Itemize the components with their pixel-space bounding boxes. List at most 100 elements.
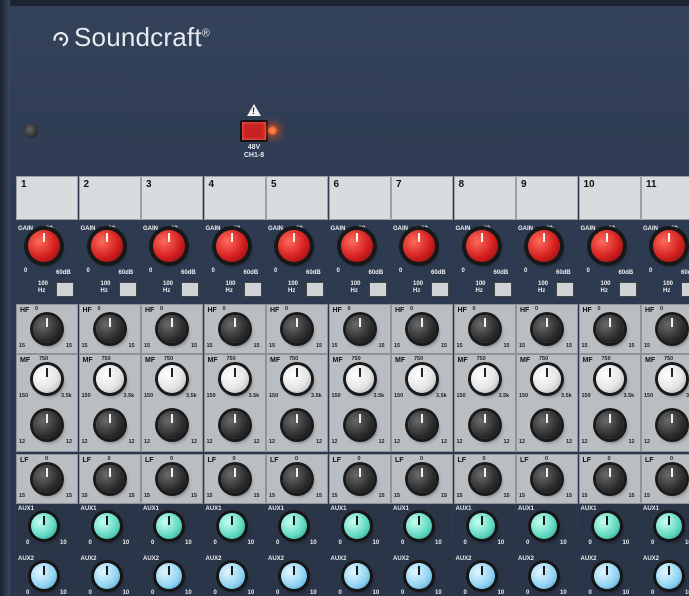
- hpf-button[interactable]: [56, 282, 74, 297]
- hpf-button[interactable]: [368, 282, 387, 297]
- gain-knob[interactable]: [215, 230, 248, 262]
- scribble-strip[interactable]: 8: [453, 176, 516, 220]
- aux1-knob[interactable]: [468, 513, 495, 539]
- lf-gain-knob[interactable]: [533, 465, 561, 493]
- hf-gain-knob[interactable]: [408, 315, 436, 343]
- gain-knob[interactable]: [278, 230, 310, 262]
- aux2-knob[interactable]: [656, 563, 682, 589]
- hf-gain-knob[interactable]: [345, 315, 374, 343]
- hpf-button[interactable]: [306, 282, 324, 297]
- gain-knob[interactable]: [465, 230, 498, 262]
- gain-knob[interactable]: [590, 230, 623, 262]
- aux1-knob[interactable]: [31, 513, 57, 539]
- mf-gain-knob[interactable]: [408, 411, 436, 439]
- mf-gain-knob[interactable]: [470, 411, 499, 439]
- scribble-strip[interactable]: 5: [266, 176, 328, 220]
- mf-gain-knob[interactable]: [283, 411, 311, 439]
- aux2-knob[interactable]: [343, 563, 370, 589]
- mf-freq-knob[interactable]: [658, 365, 686, 393]
- aux2-knob[interactable]: [31, 563, 57, 589]
- mf-gain-knob[interactable]: [158, 411, 186, 439]
- lf-gain-knob[interactable]: [220, 465, 249, 493]
- hf-gain-knob[interactable]: [595, 315, 624, 343]
- gain-knob[interactable]: [153, 230, 185, 262]
- lf-gain-knob[interactable]: [658, 465, 686, 493]
- aux1-knob[interactable]: [531, 513, 557, 539]
- mf-gain-knob[interactable]: [533, 411, 561, 439]
- aux1-knob[interactable]: [93, 513, 120, 539]
- hpf-button[interactable]: [243, 282, 262, 297]
- gain-knob[interactable]: [528, 230, 560, 262]
- lf-gain-knob[interactable]: [33, 465, 61, 493]
- aux2-knob[interactable]: [406, 563, 432, 589]
- hf-gain-knob[interactable]: [33, 315, 61, 343]
- mf-freq-knob[interactable]: [533, 365, 561, 393]
- lf-gain-knob[interactable]: [283, 465, 311, 493]
- lf-gain-knob[interactable]: [95, 465, 124, 493]
- hpf-button[interactable]: [493, 282, 512, 297]
- mf-freq-knob[interactable]: [345, 365, 374, 393]
- mf-gain-knob[interactable]: [658, 411, 686, 439]
- gain-knob[interactable]: [90, 230, 123, 262]
- aux1-knob[interactable]: [406, 513, 432, 539]
- aux2-knob[interactable]: [281, 563, 307, 589]
- aux1-knob[interactable]: [156, 513, 182, 539]
- aux2-knob[interactable]: [156, 563, 182, 589]
- mf-gain-knob[interactable]: [595, 411, 624, 439]
- gain-knob[interactable]: [340, 230, 373, 262]
- mf-gain-knob[interactable]: [220, 411, 249, 439]
- hf-gain-knob[interactable]: [470, 315, 499, 343]
- hpf-button[interactable]: [681, 282, 689, 297]
- mf-gain-knob[interactable]: [33, 411, 61, 439]
- mf-freq-knob[interactable]: [470, 365, 499, 393]
- mf-freq-knob[interactable]: [158, 365, 186, 393]
- hpf-button[interactable]: [118, 282, 137, 297]
- mf-gain-knob[interactable]: [95, 411, 124, 439]
- aux1-knob[interactable]: [218, 513, 245, 539]
- scribble-strip[interactable]: 4: [203, 176, 266, 220]
- aux2-knob[interactable]: [93, 563, 120, 589]
- aux2-knob[interactable]: [531, 563, 557, 589]
- hpf-button[interactable]: [556, 282, 574, 297]
- scribble-strip[interactable]: 11: [641, 176, 689, 220]
- scribble-strip[interactable]: 1: [16, 176, 78, 220]
- aux2-knob[interactable]: [468, 563, 495, 589]
- mf-freq-knob[interactable]: [408, 365, 436, 393]
- mf-freq-knob[interactable]: [283, 365, 311, 393]
- mf-freq-knob[interactable]: [95, 365, 124, 393]
- mf-freq-knob[interactable]: [220, 365, 249, 393]
- hf-gain-knob[interactable]: [658, 315, 686, 343]
- gain-knob[interactable]: [653, 230, 685, 262]
- mf-gain-knob[interactable]: [345, 411, 374, 439]
- aux1-knob[interactable]: [343, 513, 370, 539]
- hpf-button[interactable]: [618, 282, 637, 297]
- mf-freq-knob[interactable]: [33, 365, 61, 393]
- hpf-button[interactable]: [431, 282, 449, 297]
- scribble-strip[interactable]: 2: [78, 176, 141, 220]
- lf-gain-knob[interactable]: [158, 465, 186, 493]
- gain-knob[interactable]: [403, 230, 435, 262]
- aux1-knob[interactable]: [281, 513, 307, 539]
- scribble-strip[interactable]: 3: [141, 176, 203, 220]
- hf-gain-knob[interactable]: [158, 315, 186, 343]
- scribble-strip[interactable]: 10: [578, 176, 641, 220]
- lf-gain-knob[interactable]: [595, 465, 624, 493]
- hpf-button[interactable]: [181, 282, 199, 297]
- hf-gain-knob[interactable]: [283, 315, 311, 343]
- lf-gain-knob[interactable]: [470, 465, 499, 493]
- hf-gain-knob[interactable]: [220, 315, 249, 343]
- mf-freq-knob[interactable]: [595, 365, 624, 393]
- phantom-power-button[interactable]: [240, 120, 268, 142]
- aux2-knob[interactable]: [593, 563, 620, 589]
- aux2-knob[interactable]: [218, 563, 245, 589]
- scribble-strip[interactable]: 7: [391, 176, 453, 220]
- lf-gain-knob[interactable]: [408, 465, 436, 493]
- aux1-knob[interactable]: [656, 513, 682, 539]
- scribble-strip[interactable]: 9: [516, 176, 578, 220]
- gain-knob[interactable]: [28, 230, 60, 262]
- hf-gain-knob[interactable]: [95, 315, 124, 343]
- scribble-strip[interactable]: 6: [328, 176, 391, 220]
- lf-gain-knob[interactable]: [345, 465, 374, 493]
- aux1-knob[interactable]: [593, 513, 620, 539]
- hf-gain-knob[interactable]: [533, 315, 561, 343]
